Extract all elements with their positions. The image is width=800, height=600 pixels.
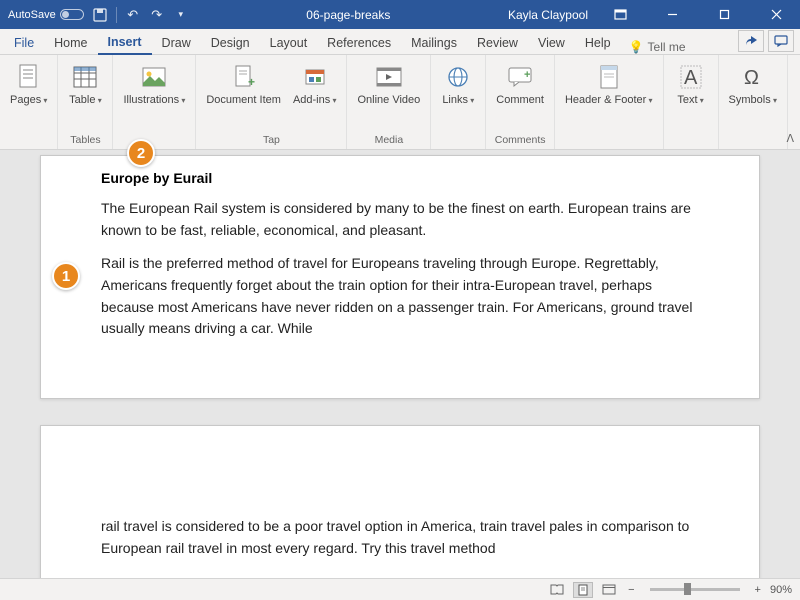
tell-me-label: Tell me <box>648 40 686 54</box>
tables-group-label: Tables <box>70 134 100 149</box>
pages-button[interactable]: Pages <box>6 60 51 109</box>
svg-text:+: + <box>524 69 530 81</box>
autosave-toggle[interactable] <box>60 9 84 20</box>
document-item-icon: + <box>229 62 259 92</box>
document-title: 06-page-breaks <box>189 8 508 22</box>
comments-group-label: Comments <box>495 134 546 149</box>
links-label: Links <box>442 94 474 107</box>
header-footer-icon <box>594 62 624 92</box>
document-page-2[interactable]: rail travel is considered to be a poor t… <box>40 425 760 578</box>
addins-icon <box>300 62 330 92</box>
maximize-button[interactable] <box>704 0 744 29</box>
header-footer-group-label <box>607 134 610 149</box>
text-button[interactable]: A Text <box>670 60 712 109</box>
addins-button[interactable]: Add-ins <box>289 60 341 109</box>
comment-label: Comment <box>496 94 544 107</box>
symbols-icon: Ω <box>738 62 768 92</box>
pages-label: Pages <box>10 94 47 107</box>
comment-button[interactable]: + Comment <box>492 60 548 109</box>
pages-group-label <box>27 134 30 149</box>
links-icon <box>443 62 473 92</box>
media-group-label: Media <box>375 134 404 149</box>
ribbon-display-icon[interactable] <box>600 0 640 29</box>
web-layout-icon[interactable] <box>599 582 619 598</box>
tab-layout[interactable]: Layout <box>260 31 318 54</box>
autosave-label: AutoSave <box>8 9 56 21</box>
callout-2: 2 <box>127 139 155 167</box>
addins-label: Add-ins <box>293 94 337 107</box>
callout-1: 1 <box>52 262 80 290</box>
online-video-label: Online Video <box>357 94 420 107</box>
print-layout-icon[interactable] <box>573 582 593 598</box>
tab-draw[interactable]: Draw <box>152 31 201 54</box>
tab-view[interactable]: View <box>528 31 575 54</box>
comments-button[interactable] <box>768 30 794 52</box>
illustrations-button[interactable]: Illustrations <box>119 60 189 109</box>
document-item-button[interactable]: + Document Item <box>202 60 285 109</box>
symbols-label: Symbols <box>729 94 777 107</box>
tab-file[interactable]: File <box>4 31 44 54</box>
symbols-group-label <box>751 134 754 149</box>
zoom-out-button[interactable]: − <box>625 584 637 596</box>
illustrations-icon <box>139 62 169 92</box>
pages-icon <box>14 62 44 92</box>
table-button[interactable]: Table <box>64 60 106 109</box>
qat-separator <box>116 7 117 23</box>
doc-paragraph[interactable]: Rail is the preferred method of travel f… <box>101 253 699 340</box>
header-footer-label: Header & Footer <box>565 94 653 107</box>
zoom-slider[interactable] <box>650 588 740 591</box>
share-button[interactable] <box>738 30 764 52</box>
tap-group-label: Tap <box>263 134 280 149</box>
text-icon: A <box>676 62 706 92</box>
links-button[interactable]: Links <box>437 60 479 109</box>
save-icon[interactable] <box>92 7 108 23</box>
minimize-button[interactable] <box>652 0 692 29</box>
close-button[interactable] <box>756 0 796 29</box>
document-page-1[interactable]: Europe by Eurail The European Rail syste… <box>40 155 760 399</box>
read-mode-icon[interactable] <box>547 582 567 598</box>
tab-design[interactable]: Design <box>201 31 260 54</box>
qat-customize-icon[interactable]: ▾ <box>173 7 189 23</box>
tab-mailings[interactable]: Mailings <box>401 31 467 54</box>
document-item-label: Document Item <box>206 94 281 107</box>
zoom-level[interactable]: 90% <box>770 584 792 596</box>
tab-review[interactable]: Review <box>467 31 528 54</box>
online-video-button[interactable]: Online Video <box>353 60 424 109</box>
lightbulb-icon: 💡 <box>629 40 644 54</box>
doc-paragraph[interactable]: rail travel is considered to be a poor t… <box>101 516 699 559</box>
tab-references[interactable]: References <box>317 31 401 54</box>
online-video-icon <box>374 62 404 92</box>
table-icon <box>70 62 100 92</box>
links-group-label <box>457 134 460 149</box>
svg-text:+: + <box>248 75 255 89</box>
zoom-in-button[interactable]: + <box>752 584 764 596</box>
illustrations-label: Illustrations <box>123 94 185 107</box>
svg-text:A: A <box>684 67 698 89</box>
svg-text:Ω: Ω <box>744 67 759 89</box>
text-label: Text <box>677 94 703 107</box>
header-footer-button[interactable]: Header & Footer <box>561 60 657 109</box>
doc-paragraph[interactable]: The European Rail system is considered b… <box>101 198 699 241</box>
user-name[interactable]: Kayla Claypool <box>508 8 588 22</box>
text-group-label <box>689 134 692 149</box>
comment-icon: + <box>505 62 535 92</box>
symbols-button[interactable]: Ω Symbols <box>725 60 781 109</box>
doc-heading[interactable]: Europe by Eurail <box>101 170 699 186</box>
tab-home[interactable]: Home <box>44 31 97 54</box>
tab-help[interactable]: Help <box>575 31 621 54</box>
collapse-ribbon-icon[interactable]: ᐱ <box>786 132 794 145</box>
undo-icon[interactable]: ↶ <box>125 7 141 23</box>
tell-me-search[interactable]: 💡 Tell me <box>621 40 694 54</box>
redo-icon[interactable]: ↷ <box>149 7 165 23</box>
table-label: Table <box>69 94 102 107</box>
tab-insert[interactable]: Insert <box>98 30 152 55</box>
